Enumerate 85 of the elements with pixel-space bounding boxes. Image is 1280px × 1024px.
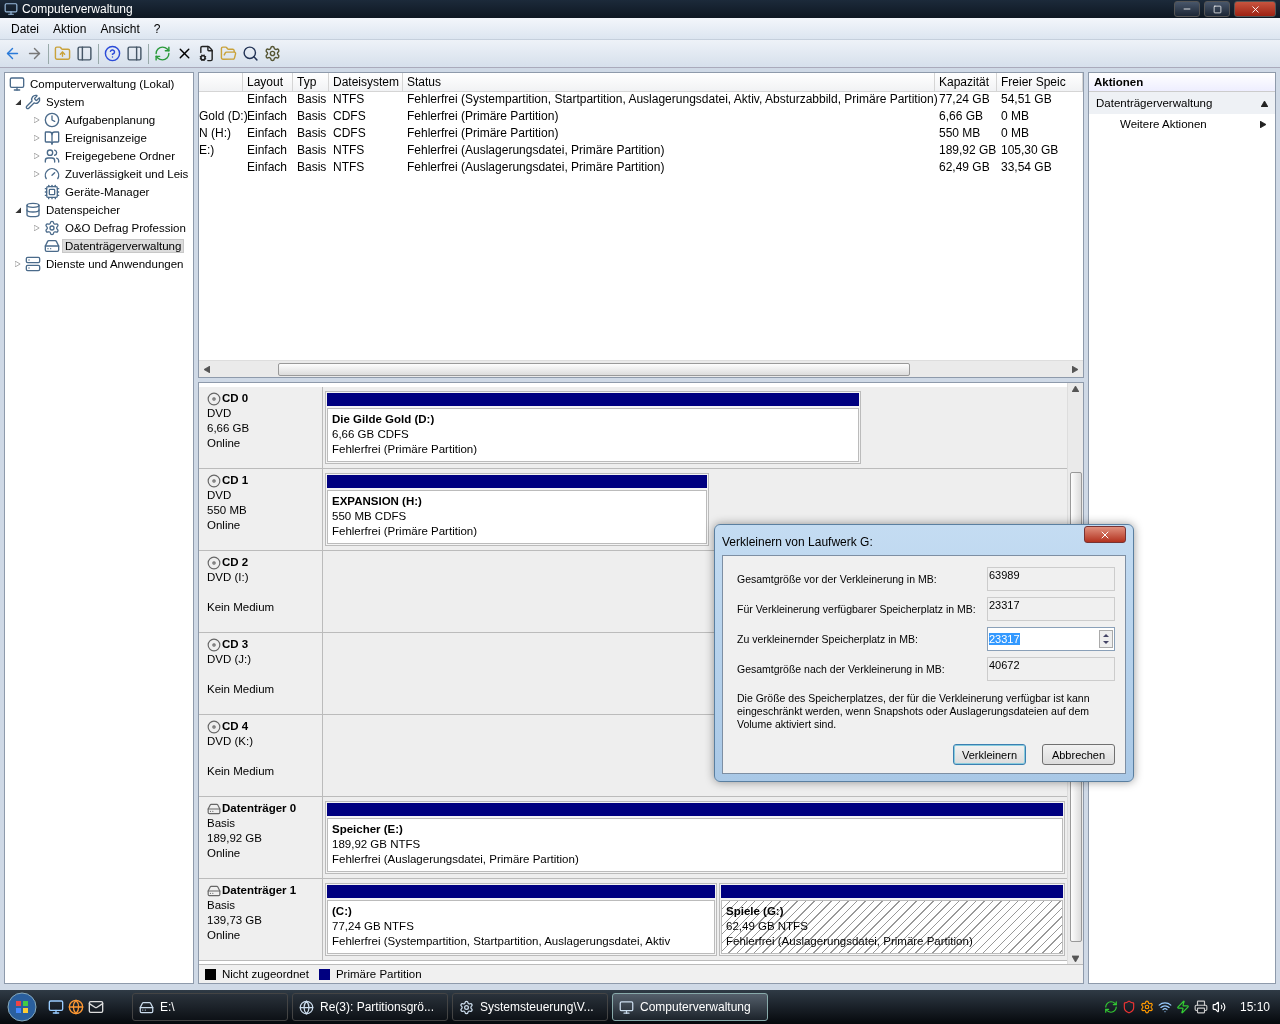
table-cell-text: Basis [296, 91, 328, 108]
disk-size: 139,73 GB [207, 913, 263, 928]
table-cell-text: N (H:) [199, 125, 232, 142]
table-cell-text: E:) [199, 142, 216, 159]
partition-size: 550 MB CDFS [332, 509, 408, 524]
disk-name: Datenträger 0 [207, 801, 314, 816]
table-cell-text: Einfach [246, 125, 289, 142]
table-cell-text: Fehlerfrei (Primäre Partition) [406, 108, 560, 125]
disk-status: Online [207, 928, 242, 943]
table-cell-text: Einfach [246, 159, 289, 176]
disk-status: Kein Medium [207, 600, 276, 615]
table-cell-text: Basis [296, 159, 328, 176]
table-cell-text: Fehlerfrei (Auslagerungsdatei, Primäre Partition) [406, 142, 666, 159]
disk-type: DVD (K:) [207, 734, 254, 749]
readonly-field: 40672 [987, 656, 1115, 681]
table-cell-text: 0 MB [1000, 125, 1030, 142]
partition-size: 6,66 GB CDFS [332, 427, 410, 442]
partition-size: 77,24 GB NTFS [332, 919, 415, 934]
disk-type: DVD (J:) [207, 652, 253, 667]
table-cell-text: 6,66 GB [938, 108, 985, 125]
field-label: Gesamtgröße nach der Verkleinerung in MB: [737, 662, 945, 675]
partition-name: EXPANSION (H:) [332, 494, 423, 509]
disk-size: 189,92 GB [207, 831, 263, 846]
disk-size: 550 MB [207, 503, 248, 518]
table-cell-text: Einfach [246, 91, 289, 108]
window-title: Computerverwaltung [22, 2, 134, 16]
legend-label: Primäre Partition [335, 968, 422, 980]
disk-status: Online [207, 436, 242, 451]
table-cell-text: 189,92 GB [938, 142, 997, 159]
disk-name: CD 4 [207, 719, 314, 734]
partition-size: 62,49 GB NTFS [726, 919, 809, 934]
disk-type: Basis [207, 898, 237, 913]
partition-status: Fehlerfrei (Auslagerungsdatei, Primäre Partition) [726, 934, 974, 949]
partition-name: Spiele (G:) [726, 904, 785, 919]
disk-status: Online [207, 846, 242, 861]
table-cell-text: 54,51 GB [1000, 91, 1053, 108]
partition-status: Fehlerfrei (Auslagerungsdatei, Primäre Partition) [332, 852, 580, 867]
table-cell-text: NTFS [332, 159, 366, 176]
table-cell-text: Einfach [246, 142, 289, 159]
partition-status: Fehlerfrei (Primäre Partition) [332, 442, 479, 457]
partition-name: Die Gilde Gold (D:) [332, 412, 436, 427]
table-cell-text: 550 MB [938, 125, 982, 142]
table-cell-text: Basis [296, 125, 328, 142]
disk-size: 6,66 GB [207, 421, 251, 436]
disk-name: CD 2 [207, 555, 314, 570]
partition-status: Fehlerfrei (Primäre Partition) [332, 524, 479, 539]
readonly-field: 23317 [987, 596, 1115, 621]
actions-title: Aktionen [1089, 73, 1275, 92]
field-label: Zu verkleinernder Speicherplatz in MB: [737, 632, 918, 645]
table-cell-text: Basis [296, 108, 328, 125]
table-cell-text: CDFS [332, 108, 367, 125]
table-cell-text: Fehlerfrei (Systempartition, Startpartition, Auslagerungsdatei, Aktiv, Absturzabbild, Primäre Partition) [406, 91, 935, 108]
table-cell-text: NTFS [332, 142, 366, 159]
partition-name: Speicher (E:) [332, 822, 404, 837]
disk-type: DVD (I:) [207, 570, 250, 585]
table-cell-text: Fehlerfrei (Primäre Partition) [406, 125, 560, 142]
partition-name: (C:) [332, 904, 353, 919]
field-label: Für Verkleinerung verfügbarer Speicherplatz in MB: [737, 602, 976, 615]
disk-type: Basis [207, 816, 237, 831]
disk-type: DVD [207, 406, 233, 421]
disk-name: CD 1 [207, 473, 314, 488]
disk-name: Datenträger 1 [207, 883, 314, 898]
dialog-title: Verkleinern von Laufwerk G: [722, 534, 874, 549]
disk-name: CD 0 [207, 391, 314, 406]
table-cell-text: NTFS [332, 91, 366, 108]
table-cell-text: CDFS [332, 125, 367, 142]
table-cell-text: 77,24 GB [938, 91, 991, 108]
readonly-field: 63989 [987, 566, 1115, 591]
disk-status: Kein Medium [207, 682, 276, 697]
info-text: Die Größe des Speicherplatzes, der für die Verkleinerung verfügbar ist kann eingeschränkt werden, wenn Snapshots oder Auslagerungsdateien auf dem Volume aktiviert sind. [737, 692, 1091, 731]
clock: 15:10 [1239, 1000, 1270, 1014]
disk-status: Online [207, 518, 242, 533]
table-cell-text: 33,54 GB [1000, 159, 1053, 176]
table-cell-text: 105,30 GB [1000, 142, 1060, 159]
field-label: Gesamtgröße vor der Verkleinerung in MB: [737, 572, 937, 585]
disk-name: CD 3 [207, 637, 314, 652]
legend-label: Nicht zugeordnet [222, 968, 309, 980]
disk-status: Kein Medium [207, 764, 276, 779]
partition-size: 189,92 GB NTFS [332, 837, 422, 852]
table-cell-text: 62,49 GB [938, 159, 991, 176]
disk-type: DVD [207, 488, 233, 503]
partition-status: Fehlerfrei (Systempartition, Startpartition, Auslagerungsdatei, Aktiv [332, 934, 672, 949]
table-cell-text: Basis [296, 142, 328, 159]
table-cell-text: 0 MB [1000, 108, 1030, 125]
table-cell-text: Fehlerfrei (Auslagerungsdatei, Primäre Partition) [406, 159, 666, 176]
